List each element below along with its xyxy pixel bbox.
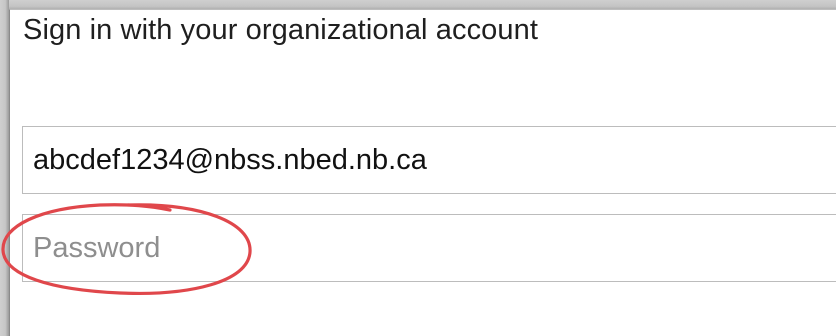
username-input[interactable] [23, 127, 836, 193]
window-frame-top [0, 0, 836, 9]
username-field-container [22, 126, 836, 194]
sign-in-heading: Sign in with your organizational account [23, 14, 539, 46]
password-input[interactable] [23, 215, 836, 281]
password-field-container [22, 214, 836, 282]
window-frame-left [0, 0, 9, 336]
sign-in-panel: Sign in with your organizational account [9, 9, 836, 336]
